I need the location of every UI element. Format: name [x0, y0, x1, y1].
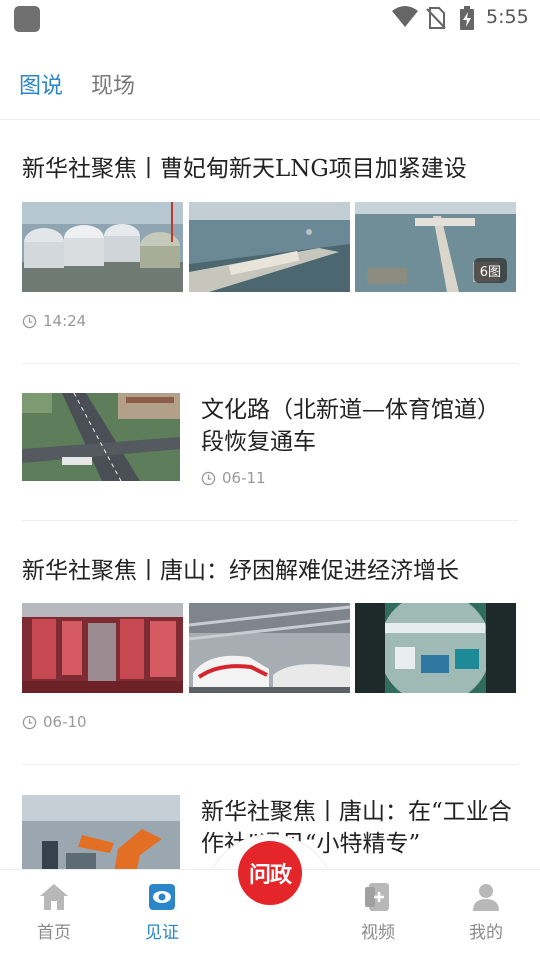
article-meta: 06-10	[22, 713, 87, 731]
clock-icon	[22, 314, 37, 328]
status-bar: 5:55	[0, 0, 540, 36]
article-title[interactable]: 文化路（北新道—体育馆道）段恢复通车	[201, 394, 521, 458]
article-image[interactable]	[22, 393, 180, 481]
nav-mine[interactable]: 我的	[451, 880, 521, 943]
divider	[22, 764, 518, 765]
article-image[interactable]	[22, 603, 183, 693]
tab-tushuo[interactable]: 图说	[19, 68, 63, 100]
red-lab-image	[22, 603, 183, 693]
home-icon	[40, 884, 68, 910]
divider	[22, 363, 518, 364]
bullet-train-image	[189, 603, 350, 693]
nav-witness[interactable]: 见证	[127, 880, 197, 943]
nav-home[interactable]: 首页	[19, 880, 89, 943]
clock-icon	[22, 715, 37, 729]
profile-icon	[473, 884, 499, 911]
image-count-badge: 6图	[473, 258, 507, 283]
road-aerial-image	[22, 393, 180, 481]
wenzheng-logo-text: 问政	[248, 862, 292, 888]
article-meta: 14:24	[22, 312, 86, 330]
article-time: 06-10	[43, 713, 87, 731]
video-add-icon	[365, 883, 389, 911]
battery-charging-icon	[460, 6, 474, 30]
divider	[22, 520, 518, 521]
clock-icon	[201, 471, 216, 485]
app-icon	[14, 6, 40, 32]
nav-witness-label: 见证	[145, 923, 179, 943]
article-meta: 06-11	[201, 469, 266, 487]
tab-xianchang[interactable]: 现场	[91, 68, 135, 100]
top-tabs: 图说 现场	[0, 60, 540, 120]
article-title[interactable]: 新华社聚焦丨曹妃甸新天LNG项目加紧建设	[22, 149, 467, 183]
article-title[interactable]: 新华社聚焦丨唐山：纾困解难促进经济增长	[22, 551, 459, 585]
eye-icon	[149, 884, 175, 910]
robot-arm-image	[22, 795, 180, 869]
wenzheng-logo-button[interactable]: 问政	[238, 841, 302, 905]
article-time: 14:24	[43, 312, 87, 330]
article-image[interactable]	[22, 795, 180, 869]
news-feed[interactable]: 新华社聚焦丨曹妃甸新天LNG项目加紧建设 6图 14:24 文化路（北新道—体育…	[0, 121, 540, 869]
article-time: 06-11	[222, 469, 266, 487]
nav-video-label: 视频	[361, 923, 395, 943]
article-image[interactable]	[189, 603, 350, 693]
wifi-icon	[392, 6, 418, 27]
nav-video[interactable]: 视频	[343, 880, 413, 943]
clock-time: 5:55	[486, 6, 529, 28]
article-image[interactable]: 6图	[355, 202, 516, 292]
no-sim-icon	[426, 7, 446, 29]
lng-tanks-image	[22, 202, 183, 292]
article-image-row[interactable]: 6图	[22, 202, 516, 292]
pier-sea-image	[189, 202, 350, 292]
factory-floor-image	[355, 603, 516, 693]
article-image[interactable]	[189, 202, 350, 292]
nav-home-label: 首页	[37, 923, 71, 943]
nav-mine-label: 我的	[469, 923, 503, 943]
article-image[interactable]	[355, 603, 516, 693]
article-image[interactable]	[22, 202, 183, 292]
article-image-row[interactable]	[22, 603, 516, 693]
